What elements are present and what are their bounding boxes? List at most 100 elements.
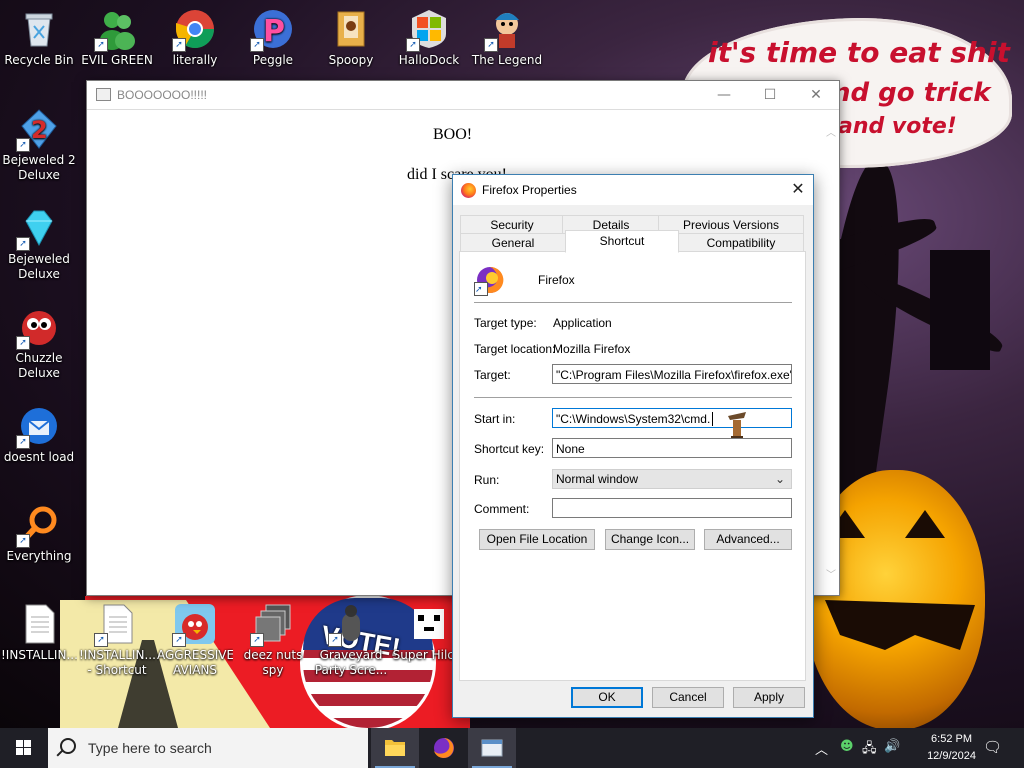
desktop-icon-label: doesnt load bbox=[3, 450, 75, 464]
dialog-title: Firefox Properties bbox=[482, 183, 577, 197]
desktop-icon-label: deez nuts spy bbox=[243, 648, 303, 677]
close-button[interactable]: ✕ bbox=[793, 81, 839, 109]
start-in-label: Start in: bbox=[474, 412, 516, 426]
desktop-icon-graveyard-party[interactable]: ➚ Graveyard Party Scre... bbox=[313, 603, 389, 678]
shortcut-tab-panel: ➚ Firefox Target type: Application Targe… bbox=[459, 251, 806, 681]
text-cursor bbox=[712, 412, 714, 426]
notification-icon[interactable]: 🗨 bbox=[983, 738, 1002, 756]
desktop-icon-installing[interactable]: !INSTALLIN... bbox=[1, 603, 77, 663]
desktop-icon-bejeweled-2[interactable]: 2 ➚ Bejeweled 2 Deluxe bbox=[1, 108, 77, 183]
boo-window-title: BOOOOOOO!!!!! bbox=[117, 88, 208, 102]
scroll-down-icon[interactable]: ﹀ bbox=[826, 566, 836, 581]
target-type-value: Application bbox=[553, 316, 612, 330]
desktop-icon-bejeweled[interactable]: ➚ Bejeweled Deluxe bbox=[1, 207, 77, 282]
tab-compatibility[interactable]: Compatibility bbox=[678, 233, 804, 253]
shortcut-key-label: Shortcut key: bbox=[474, 442, 545, 456]
recycle-bin-icon bbox=[18, 8, 60, 50]
shortcut-arrow-icon: ➚ bbox=[250, 38, 264, 52]
volume-icon[interactable]: 🔊 bbox=[884, 739, 900, 754]
firefox-icon bbox=[434, 738, 454, 758]
desktop-icon-deez-nuts-spy[interactable]: ➚ deez nuts spy bbox=[235, 603, 311, 678]
tab-previous-versions[interactable]: Previous Versions bbox=[658, 215, 804, 235]
scroll-up-icon[interactable]: ︿ bbox=[826, 124, 836, 139]
desktop-icon-label: Graveyard Party Scre... bbox=[314, 648, 388, 677]
comment-field[interactable] bbox=[552, 498, 792, 518]
start-in-value: "C:\Windows\System32\cmd. bbox=[556, 412, 711, 426]
target-field[interactable]: "C:\Program Files\Mozilla Firefox\firefo… bbox=[552, 364, 792, 384]
run-select[interactable]: Normal window ⌄ bbox=[552, 469, 792, 489]
target-type-label: Target type: bbox=[474, 316, 537, 330]
taskbar-boo-window[interactable] bbox=[468, 728, 516, 768]
desktop-icon-doesnt-load[interactable]: ➚ doesnt load bbox=[1, 405, 77, 465]
start-button[interactable] bbox=[0, 728, 48, 768]
change-icon-button[interactable]: Change Icon... bbox=[605, 529, 695, 550]
shortcut-arrow-icon: ➚ bbox=[16, 435, 30, 449]
taskbar-firefox[interactable] bbox=[420, 728, 468, 768]
network-icon[interactable]: 🖧 bbox=[862, 739, 877, 761]
taskbar-clock[interactable]: 6:52 PM 12/9/2024 bbox=[927, 731, 976, 765]
desktop-icon-aggressive-avians[interactable]: ➚ AGGRESSIVE AVIANS bbox=[157, 603, 233, 678]
wallpaper-text-line1: it's time to eat shit bbox=[708, 36, 1010, 69]
desktop-icon-peggle-nights[interactable]: P ➚ Peggle Nights Deluxe bbox=[235, 8, 311, 68]
tab-general[interactable]: General bbox=[460, 233, 566, 253]
magnifier-icon: ➚ bbox=[16, 504, 60, 548]
wallpaper-house bbox=[930, 250, 990, 370]
people-icon[interactable]: ☻ bbox=[840, 739, 854, 754]
desktop-icon-recycle-bin[interactable]: Recycle Bin bbox=[1, 8, 77, 68]
shortcut-arrow-icon: ➚ bbox=[406, 38, 420, 52]
firefox-icon bbox=[461, 183, 476, 198]
svg-text:2: 2 bbox=[31, 116, 48, 144]
desktop-icon-literally-chrome[interactable]: ➚ literally chrome bbox=[157, 8, 233, 68]
tab-security[interactable]: Security bbox=[460, 215, 564, 235]
desktop-icon-installing-shortcut[interactable]: ➚ !INSTALLIN... - Shortcut bbox=[79, 603, 155, 678]
close-button[interactable]: ✕ bbox=[783, 175, 813, 205]
desktop-icon-label: Bejeweled 2 Deluxe bbox=[2, 153, 76, 182]
minimize-button[interactable]: — bbox=[701, 81, 747, 109]
target-location-value: Mozilla Firefox bbox=[553, 342, 631, 356]
clock-date: 12/9/2024 bbox=[927, 750, 976, 762]
advanced-button[interactable]: Advanced... bbox=[704, 529, 792, 550]
taskbar-search-box[interactable]: Type here to search bbox=[48, 728, 368, 768]
desktop-icon-legend-of-tikl[interactable]: ➚ The Legend of Tikl... bbox=[469, 8, 545, 68]
desktop-icon-evil-green-men[interactable]: ➚ EVIL GREEN MEN CO... bbox=[79, 8, 155, 68]
cancel-button[interactable]: Cancel bbox=[652, 687, 724, 708]
comment-label: Comment: bbox=[474, 502, 530, 516]
shortcut-key-field[interactable]: None bbox=[552, 438, 792, 458]
run-select-value: Normal window bbox=[556, 472, 639, 486]
firefox-properties-dialog[interactable]: Firefox Properties ✕ Security Details Pr… bbox=[452, 174, 814, 718]
desktop-icon-chuzzle[interactable]: ➚ Chuzzle Deluxe bbox=[1, 306, 77, 381]
shortcut-arrow-icon: ➚ bbox=[172, 633, 186, 647]
windows-logo-icon: ➚ bbox=[406, 8, 450, 52]
dialog-titlebar[interactable]: Firefox Properties ✕ bbox=[453, 175, 813, 205]
search-icon bbox=[60, 738, 76, 754]
desktop-icon-label: !INSTALLIN... bbox=[1, 648, 77, 662]
chevron-up-icon[interactable]: ︿ bbox=[815, 739, 828, 758]
desktop-icon-everything[interactable]: ➚ Everything bbox=[1, 504, 77, 564]
shortcut-arrow-icon: ➚ bbox=[16, 138, 30, 152]
apply-button[interactable]: Apply bbox=[733, 687, 805, 708]
desktop-icon-label: Recycle Bin bbox=[4, 53, 74, 67]
desktop-icon-spoopy[interactable]: Spoopy bbox=[313, 8, 389, 68]
start-in-field[interactable]: "C:\Windows\System32\cmd. bbox=[552, 408, 792, 428]
ok-button[interactable]: OK bbox=[571, 687, 643, 708]
desktop-icon-label: HalloDock bbox=[398, 53, 460, 67]
desktop-icon-label: literally chrome bbox=[172, 53, 218, 67]
separator bbox=[474, 302, 792, 303]
shortcut-arrow-icon: ➚ bbox=[172, 38, 186, 52]
boo-window-titlebar[interactable]: BOOOOOOO!!!!! — ☐ ✕ bbox=[87, 81, 839, 110]
boo-window-scrollbar[interactable]: ︿ ﹀ bbox=[822, 110, 839, 595]
maximize-button[interactable]: ☐ bbox=[747, 81, 793, 109]
bejeweled-2-icon: 2 ➚ bbox=[16, 108, 60, 152]
run-label: Run: bbox=[474, 473, 500, 487]
shortcut-arrow-icon: ➚ bbox=[16, 336, 30, 350]
open-file-location-button[interactable]: Open File Location bbox=[479, 529, 595, 550]
taskbar-file-explorer[interactable] bbox=[371, 728, 419, 768]
pumpkin-eye bbox=[905, 510, 945, 538]
shortcut-arrow-icon: ➚ bbox=[328, 633, 342, 647]
tab-shortcut[interactable]: Shortcut bbox=[565, 230, 679, 253]
chuzzle-icon: ➚ bbox=[16, 306, 60, 350]
desktop-icon-hallodock[interactable]: ➚ HalloDock bbox=[391, 8, 467, 68]
clock-time: 6:52 PM bbox=[931, 733, 973, 745]
graveyard-icon: ➚ bbox=[328, 603, 372, 647]
windows-start-icon bbox=[16, 740, 31, 755]
